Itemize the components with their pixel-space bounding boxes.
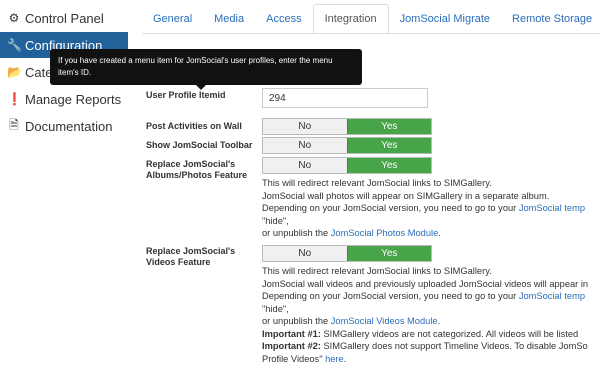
desc-line: JomSocial wall photos will appear on SIM… xyxy=(262,190,550,201)
show-toolbar-yes-button[interactable]: Yes xyxy=(346,138,431,153)
desc-line: or unpublish the JomSocial Photos Module… xyxy=(262,228,441,238)
tab-access[interactable]: Access xyxy=(255,4,312,34)
folder-icon: 📂 xyxy=(7,65,22,79)
tab-integration[interactable]: Integration xyxy=(312,4,389,34)
sidebar-item-label: Control Panel xyxy=(25,10,104,26)
jomsocial-template-link[interactable]: JomSocial temp xyxy=(519,291,585,301)
show-toolbar-label: Show JomSocial Toolbar xyxy=(146,140,253,150)
document-icon: 🗎 xyxy=(9,117,19,132)
desc-line: This will redirect relevant JomSocial li… xyxy=(262,266,492,276)
wrench-icon: 🔧 xyxy=(7,38,22,52)
sidebar-item-control-panel[interactable]: ⚙ Control Panel xyxy=(0,5,128,31)
tab-remote-storage[interactable]: Remote Storage xyxy=(501,4,600,34)
replace-albums-label: Replace JomSocial's Albums/Photos Featur… xyxy=(146,159,248,180)
sidebar-item-manage-reports[interactable]: ❗ Manage Reports xyxy=(0,86,128,112)
important-note-1: Important #1: SIMGallery videos are not … xyxy=(262,328,579,339)
sidebar-item-documentation[interactable]: 🗎 Documentation xyxy=(0,113,128,139)
replace-albums-yes-button[interactable]: Yes xyxy=(346,158,431,173)
itemid-input[interactable] xyxy=(262,88,428,108)
config-tabs: General Media Access Integration JomSoci… xyxy=(142,0,600,34)
show-toolbar-no-button[interactable]: No xyxy=(263,138,347,153)
replace-videos-yes-button[interactable]: Yes xyxy=(346,246,431,261)
desc-line: or unpublish the JomSocial Videos Module… xyxy=(262,316,441,326)
profile-videos-here-link[interactable]: here xyxy=(325,354,344,364)
post-activities-yes-button[interactable]: Yes xyxy=(346,119,431,134)
sidebar-item-label: Manage Reports xyxy=(25,91,122,107)
replace-albums-toggle: No Yes xyxy=(262,157,432,174)
replace-videos-label: Replace JomSocial's Videos Feature xyxy=(146,246,236,267)
post-activities-toggle: No Yes xyxy=(262,118,432,135)
replace-videos-toggle: No Yes xyxy=(262,245,432,262)
important-note-2: Important #2: SIMGallery does not suppor… xyxy=(262,341,588,351)
post-activities-label: Post Activities on Wall xyxy=(146,121,242,131)
replace-videos-no-button[interactable]: No xyxy=(263,246,347,261)
desc-line: "hide", xyxy=(262,303,289,314)
desc-line: JomSocial wall videos and previously upl… xyxy=(262,278,589,289)
desc-line: Profile Videos" here. xyxy=(262,353,347,364)
replace-videos-description: This will redirect relevant JomSocial li… xyxy=(262,265,600,365)
itemid-tooltip: If you have created a menu item for JomS… xyxy=(50,49,362,85)
itemid-label: User Profile Itemid xyxy=(146,90,226,100)
replace-albums-description: This will redirect relevant JomSocial li… xyxy=(262,177,600,240)
show-toolbar-toggle: No Yes xyxy=(262,137,432,154)
desc-line: Depending on your JomSocial version, you… xyxy=(262,291,585,301)
jomsocial-videos-module-link[interactable]: JomSocial Videos Module xyxy=(331,316,438,326)
gear-icon: ⚙ xyxy=(8,11,20,25)
tooltip-arrow xyxy=(196,85,206,90)
tab-media[interactable]: Media xyxy=(203,4,255,34)
sidebar-item-label: Documentation xyxy=(25,118,113,134)
tab-divider xyxy=(142,33,600,34)
replace-albums-no-button[interactable]: No xyxy=(263,158,347,173)
info-circle-icon: ❗ xyxy=(7,92,22,106)
post-activities-no-button[interactable]: No xyxy=(263,119,347,134)
jomsocial-photos-module-link[interactable]: JomSocial Photos Module xyxy=(331,228,439,238)
tab-jomsocial-migrate[interactable]: JomSocial Migrate xyxy=(389,4,501,34)
desc-line: Depending on your JomSocial version, you… xyxy=(262,203,585,213)
desc-line: This will redirect relevant JomSocial li… xyxy=(262,178,492,188)
tab-general[interactable]: General xyxy=(142,4,203,34)
desc-line: "hide", xyxy=(262,215,289,226)
jomsocial-template-link[interactable]: JomSocial temp xyxy=(519,203,585,213)
